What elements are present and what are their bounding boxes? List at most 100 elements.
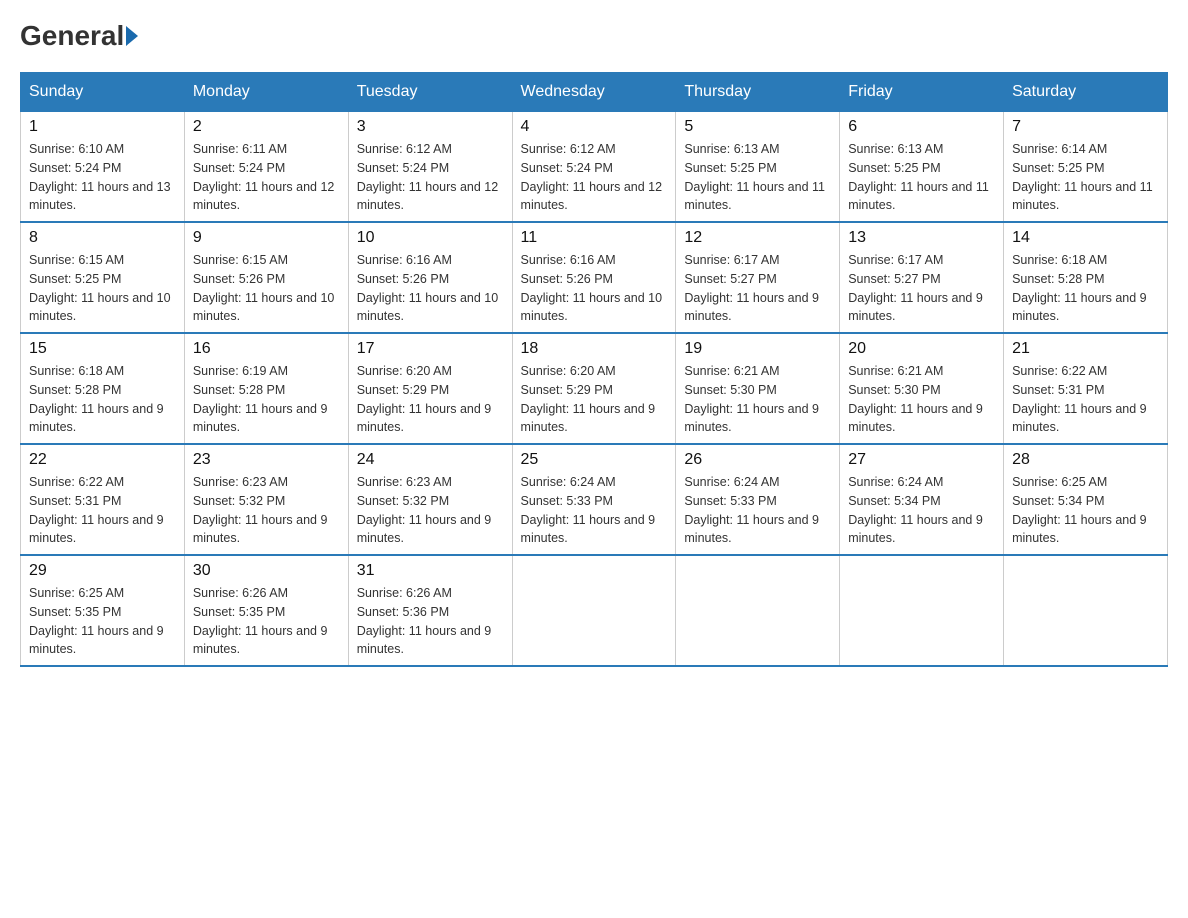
day-number: 25	[521, 451, 668, 469]
day-number: 3	[357, 118, 504, 136]
weekday-header-monday: Monday	[184, 73, 348, 112]
day-number: 1	[29, 118, 176, 136]
day-info: Sunrise: 6:14 AMSunset: 5:25 PMDaylight:…	[1012, 140, 1159, 215]
day-info: Sunrise: 6:19 AMSunset: 5:28 PMDaylight:…	[193, 362, 340, 437]
day-number: 22	[29, 451, 176, 469]
day-info: Sunrise: 6:22 AMSunset: 5:31 PMDaylight:…	[1012, 362, 1159, 437]
calendar-week-row: 22 Sunrise: 6:22 AMSunset: 5:31 PMDayligh…	[21, 444, 1168, 555]
calendar-cell: 20 Sunrise: 6:21 AMSunset: 5:30 PMDayligh…	[840, 333, 1004, 444]
calendar-cell: 17Sunrise: 6:20 AMSunset: 5:29 PMDayligh…	[348, 333, 512, 444]
day-info: Sunrise: 6:13 AMSunset: 5:25 PMDaylight:…	[848, 140, 995, 215]
calendar-cell: 8Sunrise: 6:15 AMSunset: 5:25 PMDaylight…	[21, 222, 185, 333]
day-info: Sunrise: 6:10 AMSunset: 5:24 PMDaylight:…	[29, 140, 176, 215]
day-info: Sunrise: 6:17 AMSunset: 5:27 PMDaylight:…	[848, 251, 995, 326]
day-info: Sunrise: 6:25 AMSunset: 5:35 PMDaylight:…	[29, 584, 176, 659]
day-info: Sunrise: 6:18 AMSunset: 5:28 PMDaylight:…	[29, 362, 176, 437]
day-info: Sunrise: 6:16 AMSunset: 5:26 PMDaylight:…	[521, 251, 668, 326]
calendar-cell: 29 Sunrise: 6:25 AMSunset: 5:35 PMDayligh…	[21, 555, 185, 666]
calendar-week-row: 15Sunrise: 6:18 AMSunset: 5:28 PMDayligh…	[21, 333, 1168, 444]
calendar-week-row: 29 Sunrise: 6:25 AMSunset: 5:35 PMDayligh…	[21, 555, 1168, 666]
day-number: 31	[357, 562, 504, 580]
day-number: 23	[193, 451, 340, 469]
weekday-header-row: SundayMondayTuesdayWednesdayThursdayFrid…	[21, 73, 1168, 112]
calendar-cell: 14 Sunrise: 6:18 AMSunset: 5:28 PMDayligh…	[1004, 222, 1168, 333]
calendar-cell: 23 Sunrise: 6:23 AMSunset: 5:32 PMDayligh…	[184, 444, 348, 555]
logo: General	[20, 20, 140, 52]
calendar-cell: 11 Sunrise: 6:16 AMSunset: 5:26 PMDayligh…	[512, 222, 676, 333]
day-info: Sunrise: 6:13 AMSunset: 5:25 PMDaylight:…	[684, 140, 831, 215]
day-info: Sunrise: 6:22 AMSunset: 5:31 PMDaylight:…	[29, 473, 176, 548]
calendar-cell	[512, 555, 676, 666]
day-info: Sunrise: 6:12 AMSunset: 5:24 PMDaylight:…	[521, 140, 668, 215]
day-info: Sunrise: 6:15 AMSunset: 5:25 PMDaylight:…	[29, 251, 176, 326]
weekday-header-wednesday: Wednesday	[512, 73, 676, 112]
day-number: 30	[193, 562, 340, 580]
day-number: 16	[193, 340, 340, 358]
calendar-table: SundayMondayTuesdayWednesdayThursdayFrid…	[20, 72, 1168, 667]
day-info: Sunrise: 6:21 AMSunset: 5:30 PMDaylight:…	[848, 362, 995, 437]
logo-general-text: General	[20, 20, 124, 52]
day-info: Sunrise: 6:23 AMSunset: 5:32 PMDaylight:…	[193, 473, 340, 548]
day-number: 21	[1012, 340, 1159, 358]
calendar-cell: 13 Sunrise: 6:17 AMSunset: 5:27 PMDayligh…	[840, 222, 1004, 333]
day-info: Sunrise: 6:25 AMSunset: 5:34 PMDaylight:…	[1012, 473, 1159, 548]
day-info: Sunrise: 6:15 AMSunset: 5:26 PMDaylight:…	[193, 251, 340, 326]
day-number: 4	[521, 118, 668, 136]
weekday-header-tuesday: Tuesday	[348, 73, 512, 112]
calendar-cell: 16 Sunrise: 6:19 AMSunset: 5:28 PMDayligh…	[184, 333, 348, 444]
day-info: Sunrise: 6:24 AMSunset: 5:33 PMDaylight:…	[684, 473, 831, 548]
day-info: Sunrise: 6:21 AMSunset: 5:30 PMDaylight:…	[684, 362, 831, 437]
day-number: 11	[521, 229, 668, 247]
day-number: 2	[193, 118, 340, 136]
calendar-cell: 5 Sunrise: 6:13 AMSunset: 5:25 PMDaylight…	[676, 112, 840, 223]
day-number: 13	[848, 229, 995, 247]
weekday-header-saturday: Saturday	[1004, 73, 1168, 112]
calendar-cell: 31 Sunrise: 6:26 AMSunset: 5:36 PMDayligh…	[348, 555, 512, 666]
day-number: 6	[848, 118, 995, 136]
calendar-cell: 3 Sunrise: 6:12 AMSunset: 5:24 PMDaylight…	[348, 112, 512, 223]
calendar-cell: 21 Sunrise: 6:22 AMSunset: 5:31 PMDayligh…	[1004, 333, 1168, 444]
day-number: 12	[684, 229, 831, 247]
page-header: General	[20, 20, 1168, 52]
day-number: 26	[684, 451, 831, 469]
day-number: 14	[1012, 229, 1159, 247]
day-number: 27	[848, 451, 995, 469]
calendar-week-row: 1 Sunrise: 6:10 AMSunset: 5:24 PMDaylight…	[21, 112, 1168, 223]
calendar-cell: 27 Sunrise: 6:24 AMSunset: 5:34 PMDayligh…	[840, 444, 1004, 555]
calendar-cell: 24Sunrise: 6:23 AMSunset: 5:32 PMDayligh…	[348, 444, 512, 555]
day-info: Sunrise: 6:20 AMSunset: 5:29 PMDaylight:…	[521, 362, 668, 437]
logo-arrow-icon	[126, 26, 138, 46]
calendar-cell	[676, 555, 840, 666]
day-number: 10	[357, 229, 504, 247]
day-number: 9	[193, 229, 340, 247]
calendar-cell: 7 Sunrise: 6:14 AMSunset: 5:25 PMDaylight…	[1004, 112, 1168, 223]
calendar-week-row: 8Sunrise: 6:15 AMSunset: 5:25 PMDaylight…	[21, 222, 1168, 333]
day-number: 29	[29, 562, 176, 580]
day-number: 17	[357, 340, 504, 358]
day-number: 5	[684, 118, 831, 136]
day-info: Sunrise: 6:12 AMSunset: 5:24 PMDaylight:…	[357, 140, 504, 215]
calendar-cell: 18 Sunrise: 6:20 AMSunset: 5:29 PMDayligh…	[512, 333, 676, 444]
calendar-cell: 30Sunrise: 6:26 AMSunset: 5:35 PMDayligh…	[184, 555, 348, 666]
calendar-cell: 15Sunrise: 6:18 AMSunset: 5:28 PMDayligh…	[21, 333, 185, 444]
calendar-cell	[1004, 555, 1168, 666]
calendar-cell: 1 Sunrise: 6:10 AMSunset: 5:24 PMDaylight…	[21, 112, 185, 223]
weekday-header-thursday: Thursday	[676, 73, 840, 112]
day-number: 18	[521, 340, 668, 358]
calendar-cell: 2 Sunrise: 6:11 AMSunset: 5:24 PMDaylight…	[184, 112, 348, 223]
calendar-cell: 19 Sunrise: 6:21 AMSunset: 5:30 PMDayligh…	[676, 333, 840, 444]
weekday-header-friday: Friday	[840, 73, 1004, 112]
calendar-cell: 28Sunrise: 6:25 AMSunset: 5:34 PMDayligh…	[1004, 444, 1168, 555]
day-info: Sunrise: 6:24 AMSunset: 5:34 PMDaylight:…	[848, 473, 995, 548]
day-info: Sunrise: 6:11 AMSunset: 5:24 PMDaylight:…	[193, 140, 340, 215]
day-number: 19	[684, 340, 831, 358]
day-info: Sunrise: 6:26 AMSunset: 5:36 PMDaylight:…	[357, 584, 504, 659]
calendar-cell: 10Sunrise: 6:16 AMSunset: 5:26 PMDayligh…	[348, 222, 512, 333]
day-info: Sunrise: 6:18 AMSunset: 5:28 PMDaylight:…	[1012, 251, 1159, 326]
day-number: 7	[1012, 118, 1159, 136]
day-number: 20	[848, 340, 995, 358]
calendar-cell: 25Sunrise: 6:24 AMSunset: 5:33 PMDayligh…	[512, 444, 676, 555]
calendar-cell: 26 Sunrise: 6:24 AMSunset: 5:33 PMDayligh…	[676, 444, 840, 555]
calendar-cell: 12Sunrise: 6:17 AMSunset: 5:27 PMDayligh…	[676, 222, 840, 333]
weekday-header-sunday: Sunday	[21, 73, 185, 112]
